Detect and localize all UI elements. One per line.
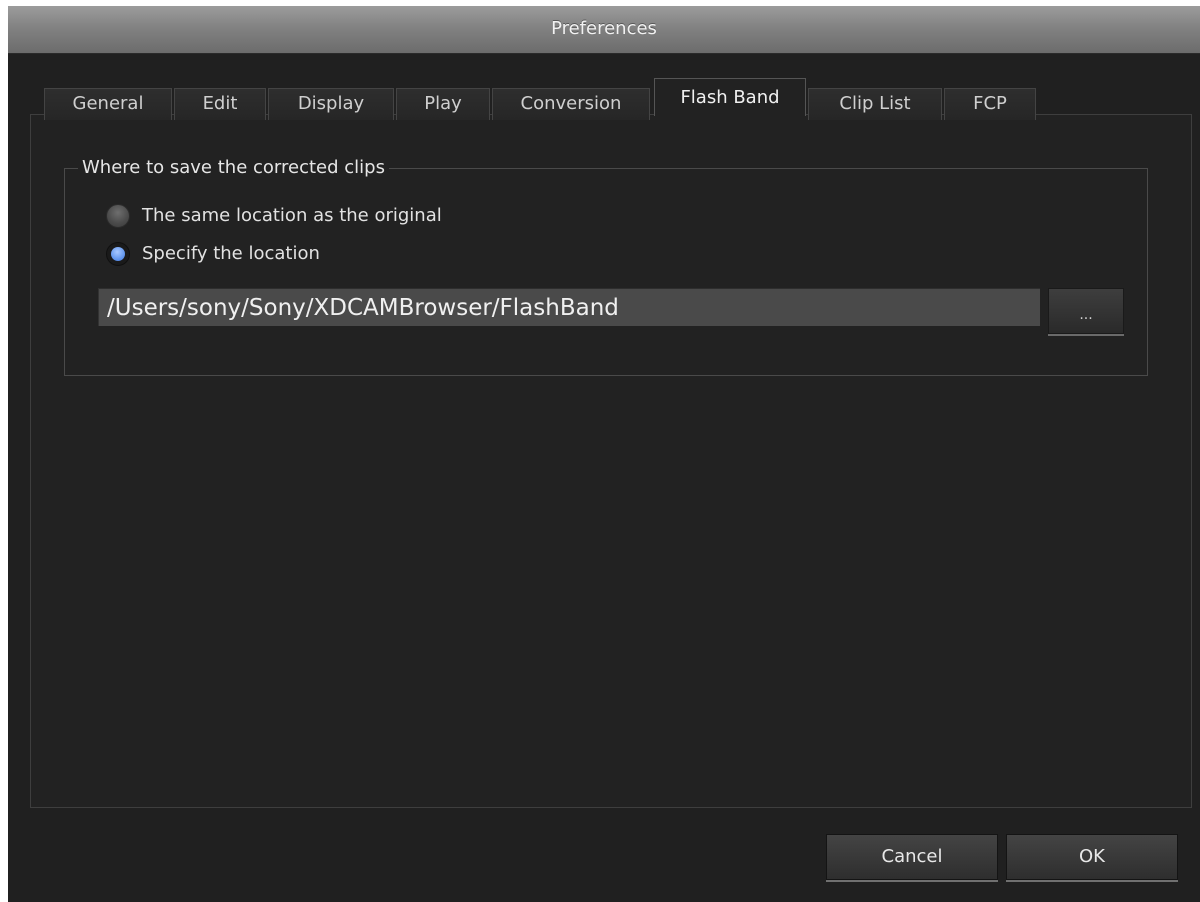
save-location-group	[64, 168, 1148, 376]
tab-clip-list[interactable]: Clip List	[808, 88, 942, 120]
radio-selected-dot-icon	[111, 247, 125, 261]
location-path-field[interactable]: /Users/sony/Sony/XDCAMBrowser/FlashBand	[98, 288, 1040, 326]
save-location-group-label: Where to save the corrected clips	[78, 156, 389, 180]
radio-selected-icon[interactable]	[106, 242, 130, 266]
tab-general[interactable]: General	[44, 88, 172, 120]
tab-fcp[interactable]: FCP	[944, 88, 1036, 120]
title-bar: Preferences	[8, 6, 1200, 54]
radio-same-location-label: The same location as the original	[142, 205, 442, 226]
tab-play[interactable]: Play	[396, 88, 490, 120]
preferences-window: Preferences General Edit Display Play Co…	[8, 6, 1200, 902]
tab-edit[interactable]: Edit	[174, 88, 266, 120]
cancel-button[interactable]: Cancel	[826, 834, 998, 880]
tab-flash-band[interactable]: Flash Band	[654, 78, 806, 116]
window-title: Preferences	[551, 18, 657, 39]
ok-button[interactable]: OK	[1006, 834, 1178, 880]
tab-conversion[interactable]: Conversion	[492, 88, 650, 120]
radio-unselected-icon[interactable]	[106, 204, 130, 228]
radio-specify-location-label: Specify the location	[142, 243, 320, 264]
tab-display[interactable]: Display	[268, 88, 394, 120]
browse-button[interactable]: ...	[1048, 288, 1124, 334]
